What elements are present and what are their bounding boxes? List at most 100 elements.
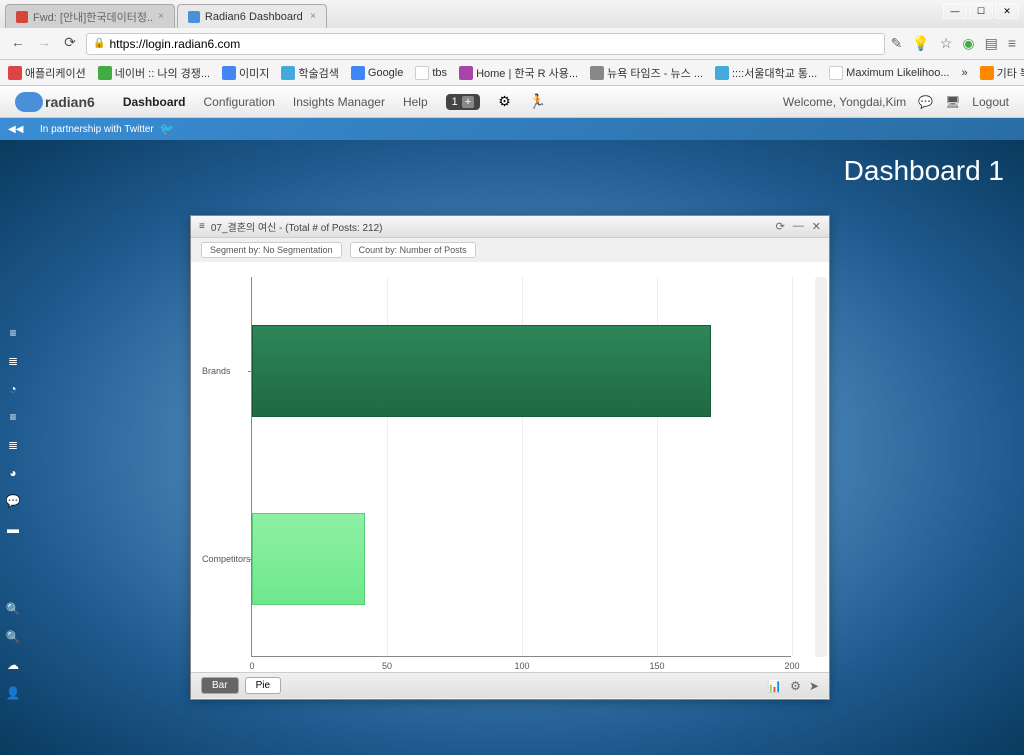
dashboard-title: Dashboard 1 [844,155,1004,187]
minimize-icon[interactable]: — [943,3,967,19]
naver-icon [98,66,112,80]
bar-brands[interactable] [252,325,711,417]
partner-text: In partnership with Twitter [40,124,154,135]
sidebar-tool3-icon[interactable]: ◔ [5,381,21,397]
welcome-text: Welcome, Yongdai,Kim [783,95,906,109]
bookmark-apps[interactable]: 애플리케이션 [8,65,86,81]
left-sidebar: ≡ ≣ ◔ ≡ ≣ ◕ 💬 ▬ 🔍 🔍 ☁ 👤 [5,325,21,701]
close-window-icon[interactable]: ✕ [995,3,1019,19]
sidebar-tool2-icon[interactable]: ≣ [5,353,21,369]
logout-link[interactable]: Logout [972,95,1009,109]
reload-button[interactable]: ⟳ [60,34,80,54]
url-bar-row: ← → ⟳ 🔒 https://login.radian6.com ✎ 💡 ☆ … [0,28,1024,60]
sidebar-tool6-icon[interactable]: ◕ [5,465,21,481]
bookmark-r[interactable]: Home | 한국 R 사용... [459,65,578,81]
browser-tab-gmail[interactable]: Fwd: [안내]한국데이터정.. × [5,4,175,28]
drupal-icon [459,66,473,80]
close-widget-icon[interactable]: ✕ [812,220,821,233]
sidebar-search1-icon[interactable]: 🔍 [5,601,21,617]
forward-icon[interactable]: ➤ [809,679,819,693]
pie-chart-button[interactable]: Pie [245,677,281,694]
collapse-icon[interactable]: ◀◀ [8,124,23,135]
sidebar-search3-icon[interactable]: ☁ [5,657,21,673]
sidebar-search2-icon[interactable]: 🔍 [5,629,21,645]
bookmark-snu[interactable]: ::::서울대학교 통... [715,65,817,81]
bookmark-google[interactable]: Google [351,66,403,80]
forward-button[interactable]: → [34,34,54,54]
sidebar-search4-icon[interactable]: 👤 [5,685,21,701]
chat-icon[interactable]: 💬 [918,95,933,109]
chart-widget: ≡ 07_결혼의 여신 - (Total # of Posts: 212) ⟳ … [190,215,830,700]
sidebar-tool5-icon[interactable]: ≣ [5,437,21,453]
bookmark-naver[interactable]: 네이버 :: 나의 경쟁... [98,65,210,81]
google-icon [222,66,236,80]
hamburger-icon[interactable]: ≡ [199,221,205,232]
bookmark-ml[interactable]: Maximum Likelihoo... [829,66,949,80]
ext2-icon[interactable]: ▤ [985,35,998,52]
bookmark-bar: 애플리케이션 네이버 :: 나의 경쟁... 이미지 학술검색 Google t… [0,60,1024,86]
chevron-icon: » [962,67,968,79]
scrollbar[interactable] [815,277,827,657]
maximize-icon[interactable]: ☐ [969,3,993,19]
bookmark-more[interactable]: » [962,67,968,79]
ext1-icon[interactable]: ◉ [962,35,974,52]
menu-icon[interactable]: ≡ [1008,35,1016,52]
widget-titlebar[interactable]: ≡ 07_결혼의 여신 - (Total # of Posts: 212) ⟳ … [191,216,829,238]
star-icon[interactable]: ☆ [940,35,953,52]
x-tick-150: 150 [649,661,664,671]
nav-dashboard[interactable]: Dashboard [123,95,186,109]
bookmark-images[interactable]: 이미지 [222,65,269,81]
screen-icon[interactable]: 🖥 [945,95,960,109]
logo[interactable]: radian6 [15,92,95,112]
nav-help[interactable]: Help [403,95,428,109]
browser-tab-radian[interactable]: Radian6 Dashboard × [177,4,327,28]
segment-filter-button[interactable]: Segment by: No Segmentation [201,242,342,258]
wand-icon[interactable]: ✎ [891,35,903,52]
widget-footer: Bar Pie 📊 ⚙ ➤ [191,672,829,698]
widget-filters: Segment by: No Segmentation Count by: Nu… [191,238,829,262]
x-tick-200: 200 [784,661,799,671]
sidebar-tool7-icon[interactable]: 💬 [5,493,21,509]
nyt-icon [590,66,604,80]
nav-insights[interactable]: Insights Manager [293,95,385,109]
url-actions: ✎ 💡 ☆ ◉ ▤ ≡ [891,35,1016,52]
snu-icon [715,66,729,80]
close-icon[interactable]: × [158,11,164,22]
gridline [792,277,793,656]
url-input[interactable]: 🔒 https://login.radian6.com [86,33,885,55]
tab-label: Radian6 Dashboard [205,11,303,23]
gear-icon[interactable]: ⚙ [790,679,801,693]
sidebar-tool4-icon[interactable]: ≡ [5,409,21,425]
page-counter[interactable]: 1 + [446,94,481,110]
folder-icon [980,66,994,80]
bookmark-scholar[interactable]: 학술검색 [281,65,338,81]
window-controls: — ☐ ✕ [943,3,1019,19]
app-header: radian6 Dashboard Configuration Insights… [0,86,1024,118]
x-tick-50: 50 [382,661,392,671]
browser-tab-bar: Fwd: [안내]한국데이터정.. × Radian6 Dashboard × … [0,0,1024,28]
google-icon [351,66,365,80]
sidebar-tool1-icon[interactable]: ≡ [5,325,21,341]
twitter-icon: 🐦 [160,122,175,136]
bookmark-tbs[interactable]: tbs [415,66,447,80]
bookmark-other[interactable]: 기타 북마크 [980,65,1024,81]
partner-bar: ◀◀ In partnership with Twitter 🐦 [0,118,1024,140]
refresh-icon[interactable]: ⟳ [776,220,785,233]
running-icon[interactable]: 🏃 [529,93,546,110]
minimize-widget-icon[interactable]: — [793,220,804,233]
gmail-icon [16,11,28,23]
bulb-icon[interactable]: 💡 [912,35,929,52]
sidebar-tool8-icon[interactable]: ▬ [5,521,21,537]
gear-icon[interactable]: ⚙ [498,93,511,110]
nav-configuration[interactable]: Configuration [204,95,275,109]
bars-icon[interactable]: 📊 [767,679,782,693]
bar-competitors[interactable] [252,513,365,605]
chart-area: Brands Competitors 0 50 100 150 200 [191,262,829,672]
bookmark-nyt[interactable]: 뉴욕 타임즈 - 뉴스 ... [590,65,703,81]
url-text: https://login.radian6.com [109,37,240,51]
add-page-icon[interactable]: + [462,96,474,108]
count-filter-button[interactable]: Count by: Number of Posts [350,242,476,258]
close-icon[interactable]: × [310,11,316,22]
bar-chart-button[interactable]: Bar [201,677,239,694]
back-button[interactable]: ← [8,34,28,54]
